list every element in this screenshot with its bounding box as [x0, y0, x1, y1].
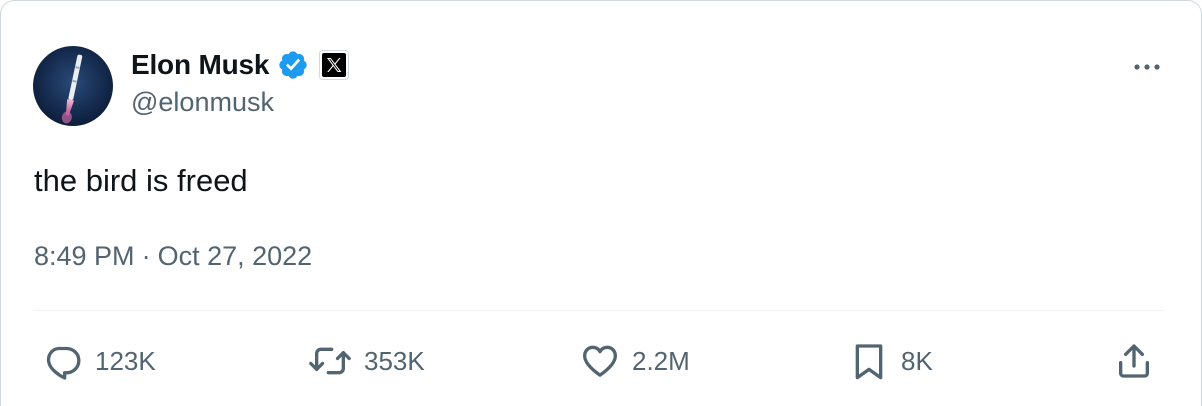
- verified-icon[interactable]: [277, 49, 309, 81]
- avatar-image: [33, 46, 113, 126]
- like-icon: [583, 345, 617, 377]
- tweet-text: the bird is freed: [34, 163, 248, 198]
- bookmark-icon: [855, 344, 883, 380]
- author-name-row: Elon Musk: [131, 45, 350, 85]
- tweet-date[interactable]: Oct 27, 2022: [158, 241, 313, 272]
- more-icon[interactable]: [1128, 55, 1166, 79]
- retweet-count: 353K: [364, 345, 425, 376]
- tweet-card: Elon Musk @elonmusk the bird is freed 8:…: [0, 0, 1202, 406]
- reply-button[interactable]: 123K: [43, 339, 156, 383]
- bookmark-count: 8K: [901, 345, 933, 376]
- share-icon: [1119, 344, 1149, 378]
- timestamp-separator: ·: [141, 241, 151, 271]
- reply-count: 123K: [95, 345, 156, 376]
- reply-icon: [46, 346, 81, 380]
- like-count: 2.2M: [632, 345, 690, 376]
- like-button[interactable]: 2.2M: [580, 339, 690, 383]
- share-button[interactable]: [1114, 339, 1154, 383]
- avatar[interactable]: [33, 46, 113, 126]
- bookmark-button[interactable]: 8K: [849, 339, 933, 383]
- retweet-icon: [309, 347, 351, 375]
- tweet-time[interactable]: 8:49 PM: [34, 241, 135, 272]
- tweet-timestamp: 8:49 PM · Oct 27, 2022: [34, 241, 312, 272]
- author-display-name[interactable]: Elon Musk: [131, 49, 269, 81]
- x-logo-icon[interactable]: [319, 50, 350, 80]
- divider: [34, 310, 1165, 311]
- retweet-button[interactable]: 353K: [308, 339, 425, 383]
- author-handle[interactable]: @elonmusk: [131, 87, 274, 118]
